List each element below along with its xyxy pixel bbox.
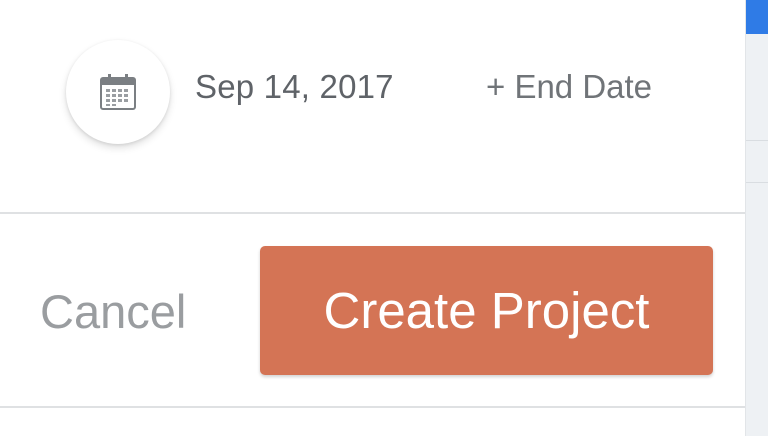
create-project-dialog: Sep 14, 2017 + End Date Cancel Create Pr… (0, 0, 768, 436)
divider (0, 406, 746, 408)
adjacent-panel-accent (746, 0, 768, 34)
calendar-icon (100, 74, 136, 110)
divider (0, 212, 746, 214)
cancel-button[interactable]: Cancel (40, 284, 186, 339)
create-project-button[interactable]: Create Project (260, 246, 713, 375)
add-end-date-link[interactable]: + End Date (486, 68, 652, 106)
calendar-button[interactable] (66, 40, 170, 144)
adjacent-panel-edge (745, 0, 768, 436)
start-date-value[interactable]: Sep 14, 2017 (195, 68, 394, 106)
adjacent-panel-separator (746, 140, 768, 141)
adjacent-panel-separator (746, 182, 768, 183)
date-row: Sep 14, 2017 + End Date (0, 0, 746, 212)
